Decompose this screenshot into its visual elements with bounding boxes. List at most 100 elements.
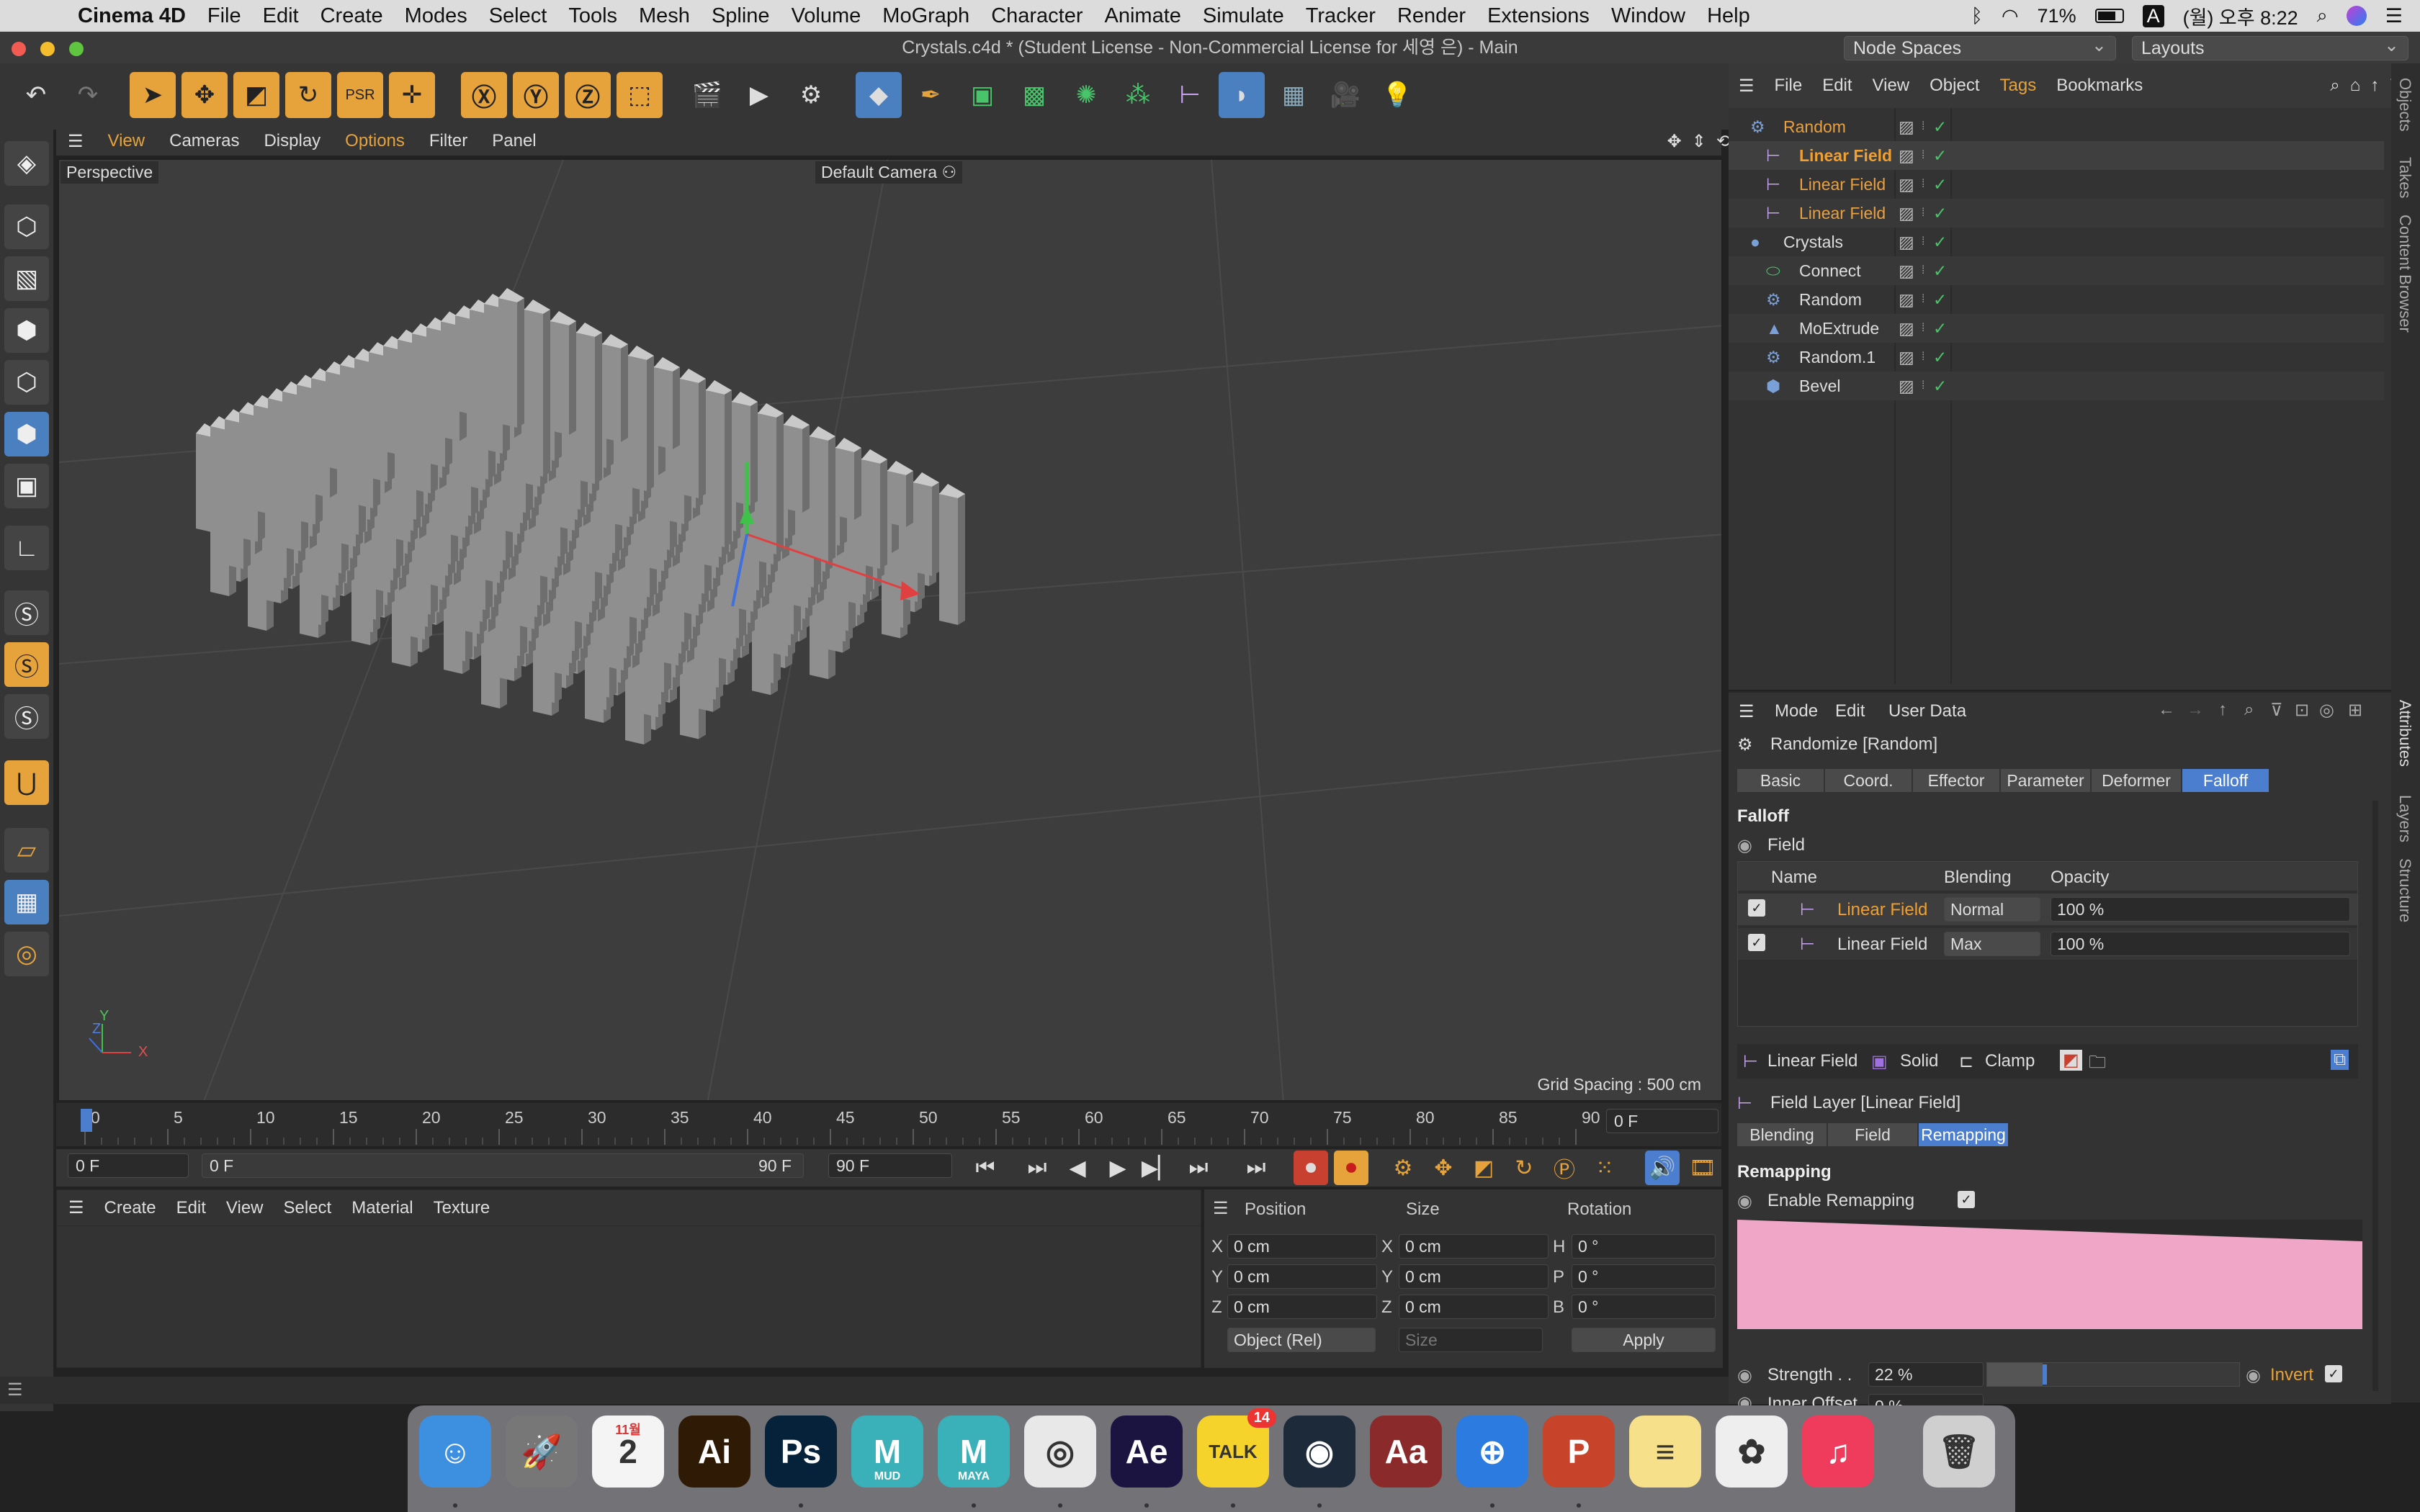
strength-field[interactable]: 22 %: [1868, 1362, 1984, 1387]
obj-hamburger-icon[interactable]: ☰: [1739, 76, 1754, 96]
snap-enable-icon[interactable]: Ⓢ: [4, 642, 49, 687]
attr-scrollbar[interactable]: [2372, 801, 2378, 1391]
menu-tracker[interactable]: Tracker: [1306, 4, 1376, 28]
key-scale-icon[interactable]: ◩: [1466, 1151, 1501, 1185]
enabled-check-icon[interactable]: ✓: [1933, 228, 1947, 256]
invert-checkbox[interactable]: ✓: [2325, 1365, 2342, 1382]
model-mode-icon[interactable]: ⬡: [4, 204, 49, 249]
mat-menu-texture[interactable]: Texture: [434, 1198, 490, 1218]
object-name[interactable]: Random: [1799, 285, 1862, 314]
size-y-field[interactable]: 0 cm: [1399, 1264, 1549, 1289]
coordinate-tool-icon[interactable]: ✛: [389, 72, 435, 118]
layouts-dropdown[interactable]: Layouts: [2132, 34, 2408, 60]
current-frame-field[interactable]: 0 F: [1606, 1109, 1718, 1133]
side-tab-attributes[interactable]: Attributes: [2396, 700, 2414, 767]
object-tree-row[interactable]: ● Crystals ▨ ⁞ ✓: [1729, 228, 2384, 256]
menu-character[interactable]: Character: [991, 4, 1083, 28]
add-clamp-button[interactable]: Clamp: [1985, 1051, 2035, 1071]
key-param-icon[interactable]: Ⓟ: [1547, 1151, 1582, 1185]
obj-home-icon[interactable]: ⌂: [2350, 76, 2361, 96]
start-frame-field[interactable]: 0 F: [68, 1153, 189, 1178]
mat-menu-material[interactable]: Material: [351, 1198, 413, 1218]
side-tab-structure[interactable]: Structure: [2396, 858, 2414, 922]
object-tree-row[interactable]: ⊢ Linear Field ▨ ⁞ ✓: [1729, 199, 2384, 228]
hamburger-icon[interactable]: ☰: [68, 131, 84, 152]
mat-menu-view[interactable]: View: [226, 1198, 264, 1218]
field-list-options-icon[interactable]: ⧉: [2331, 1050, 2349, 1070]
after-effects-dock-icon[interactable]: Ae: [1111, 1416, 1183, 1488]
rotate-tool-icon[interactable]: ↻: [285, 72, 331, 118]
visibility-dots-icon[interactable]: ⁞: [1922, 314, 1924, 343]
next-frame-icon[interactable]: ▶▏: [1141, 1151, 1175, 1185]
layer-tag-icon[interactable]: ▨: [1899, 372, 1914, 400]
object-name[interactable]: Linear Field: [1799, 170, 1886, 199]
sound-icon[interactable]: 🔊: [1645, 1151, 1680, 1185]
move-tool-icon[interactable]: ✥: [182, 72, 228, 118]
wifi-icon[interactable]: ◠: [2002, 5, 2019, 27]
field-radio-icon[interactable]: ◉: [1737, 835, 1752, 856]
goto-start-icon[interactable]: ⏮: [968, 1151, 1003, 1185]
deformer-icon[interactable]: ◗: [1219, 72, 1265, 118]
menu-create[interactable]: Create: [321, 4, 383, 28]
object-name[interactable]: Bevel: [1799, 372, 1841, 400]
prev-frame-icon[interactable]: ◀: [1060, 1151, 1095, 1185]
menu-edit[interactable]: Edit: [263, 4, 299, 28]
select-tool-icon[interactable]: ➤: [130, 72, 176, 118]
enable-remapping-checkbox[interactable]: ✓: [1958, 1191, 1975, 1208]
enabled-check-icon[interactable]: ✓: [1933, 141, 1947, 170]
strength-slider[interactable]: [1986, 1362, 2240, 1387]
viewport-move-icon[interactable]: ✥: [1667, 131, 1682, 152]
frame-range-slider[interactable]: 0 F 90 F: [202, 1153, 804, 1178]
inner-offset-field[interactable]: 0 %: [1868, 1394, 1984, 1405]
layer-blending-dropdown[interactable]: Max: [1944, 932, 2040, 956]
visibility-dots-icon[interactable]: ⁞: [1922, 112, 1924, 141]
menu-file[interactable]: File: [207, 4, 241, 28]
layer-tab-blending[interactable]: Blending: [1737, 1123, 1827, 1146]
visibility-dots-icon[interactable]: ⁞: [1922, 372, 1924, 400]
layer-tag-icon[interactable]: ▨: [1899, 228, 1914, 256]
locked-workplane-icon[interactable]: ▦: [4, 880, 49, 924]
object-name[interactable]: Linear Field: [1799, 199, 1886, 228]
attr-hamburger-icon[interactable]: ☰: [1739, 701, 1754, 722]
mat-menu-create[interactable]: Create: [104, 1198, 156, 1218]
notes-dock-icon[interactable]: ≡: [1629, 1416, 1701, 1488]
mudbox-dock-icon[interactable]: M MUD: [851, 1416, 923, 1488]
render-region-icon[interactable]: 🎬: [684, 72, 730, 118]
visibility-dots-icon[interactable]: ⁞: [1922, 170, 1924, 199]
enabled-check-icon[interactable]: ✓: [1933, 112, 1947, 141]
world-coordinates-icon[interactable]: ⬚: [617, 72, 663, 118]
object-name[interactable]: Linear Field: [1799, 141, 1892, 170]
obj-menu-object[interactable]: Object: [1930, 76, 1979, 96]
timeline-ruler[interactable]: 0 5 10 15 20 25 30 35 40 45 50 55 60 65 70 75 80 85 90 0 F: [56, 1103, 1721, 1146]
visibility-dots-icon[interactable]: ⁞: [1922, 228, 1924, 256]
battery-icon[interactable]: [2094, 9, 2124, 23]
layer-modifier-icon[interactable]: ◩: [2060, 1050, 2082, 1071]
subdivision-icon[interactable]: ▣: [959, 72, 1005, 118]
enabled-check-icon[interactable]: ✓: [1933, 199, 1947, 228]
y-axis-lock-icon[interactable]: Ⓨ: [513, 72, 559, 118]
layer-tag-icon[interactable]: ▨: [1899, 199, 1914, 228]
rot-p-field[interactable]: 0 °: [1572, 1264, 1716, 1289]
menu-help[interactable]: Help: [1707, 4, 1750, 28]
mat-menu-select[interactable]: Select: [284, 1198, 332, 1218]
menubar-clock[interactable]: (월) 오후 8:22: [2183, 2, 2298, 30]
object-tree-row[interactable]: ⚙ Random ▨ ⁞ ✓: [1729, 112, 2384, 141]
size-z-field[interactable]: 0 cm: [1399, 1295, 1549, 1319]
photoshop-dock-icon[interactable]: Ps: [765, 1416, 837, 1488]
workplane-icon[interactable]: ▱: [4, 828, 49, 873]
attr-filter-icon[interactable]: ⊽: [2270, 700, 2283, 721]
maya-dock-icon[interactable]: M MAYA: [938, 1416, 1010, 1488]
layer-enable-checkbox[interactable]: ✓: [1748, 934, 1765, 951]
add-linear-field-button[interactable]: Linear Field: [1767, 1051, 1857, 1071]
material-hamburger-icon[interactable]: ☰: [68, 1197, 84, 1218]
viewport[interactable]: Perspective Default Camera ⚇ Y X Z Grid …: [58, 158, 1723, 1102]
camera-label[interactable]: Default Camera ⚇: [815, 161, 963, 184]
polygons-mode-icon[interactable]: ⬢: [4, 412, 49, 456]
menu-spline[interactable]: Spline: [712, 4, 770, 28]
menu-tools[interactable]: Tools: [568, 4, 617, 28]
psr-tool-icon[interactable]: PSR: [337, 72, 383, 118]
end-frame-field[interactable]: 90 F: [828, 1153, 952, 1178]
playhead[interactable]: [81, 1109, 92, 1132]
music-dock-icon[interactable]: ♫: [1802, 1416, 1874, 1488]
visibility-dots-icon[interactable]: ⁞: [1922, 141, 1924, 170]
